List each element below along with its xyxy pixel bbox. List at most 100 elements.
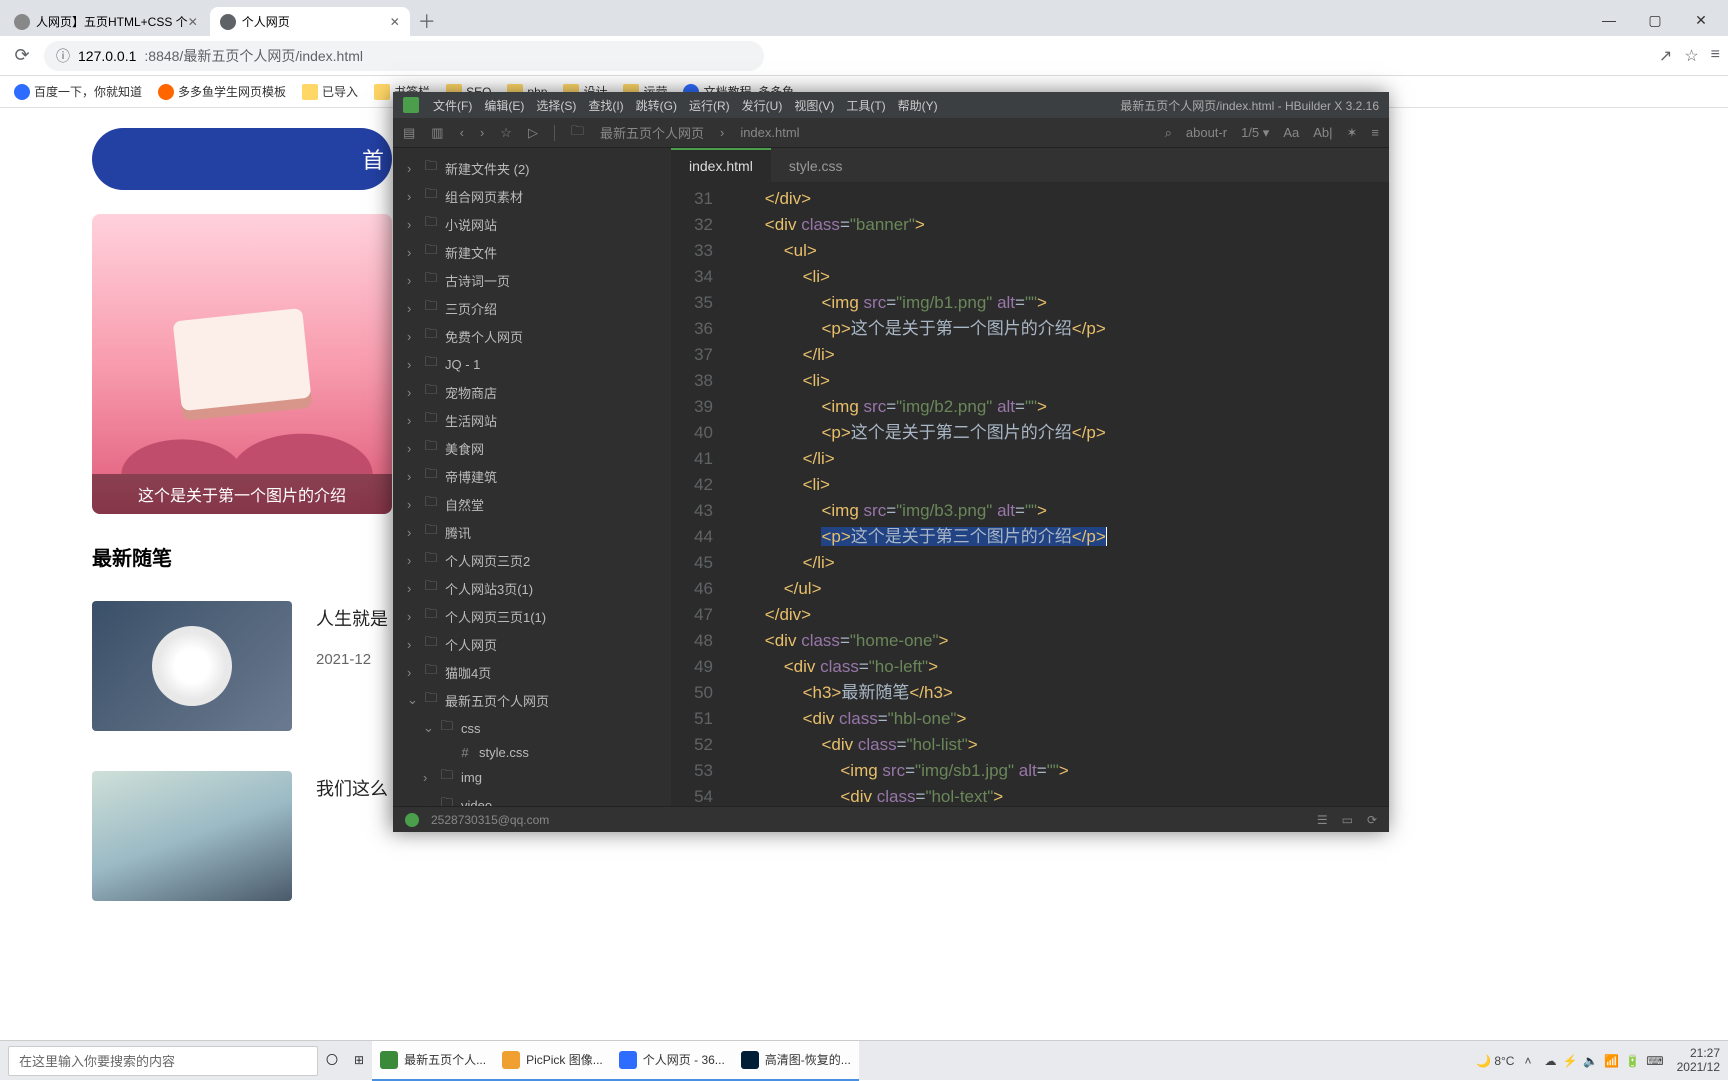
- tray-icon[interactable]: ☁: [1544, 1054, 1556, 1068]
- menu-item[interactable]: 运行(R): [689, 99, 730, 113]
- window-close-button[interactable]: ✕: [1678, 4, 1724, 36]
- browser-tab-strip: 人网页】五页HTML+CSS 个 ✕ 个人网页 ✕ ＋ — ▢ ✕: [0, 0, 1728, 36]
- tray-icon[interactable]: 🔋: [1625, 1054, 1640, 1068]
- chevron-icon: ›: [407, 637, 417, 652]
- tray-overflow-icon[interactable]: ˄: [1524, 1054, 1531, 1068]
- search-icon[interactable]: ⌕: [1165, 125, 1172, 141]
- new-tab-button[interactable]: ＋: [412, 6, 442, 36]
- explorer-item[interactable]: › 新建文件夹 (2): [393, 154, 671, 182]
- sync-icon[interactable]: [405, 813, 419, 827]
- explorer-item[interactable]: › 宠物商店: [393, 378, 671, 406]
- tab-close-icon[interactable]: ✕: [188, 15, 198, 29]
- menu-item[interactable]: 查找(I): [588, 99, 623, 113]
- explorer-item[interactable]: › 古诗词一页: [393, 266, 671, 294]
- toolbar-btn[interactable]: ▥: [431, 125, 443, 141]
- url-input[interactable]: ⓘ 127.0.0.1:8848/最新五页个人网页/index.html: [44, 41, 764, 71]
- tray-icon[interactable]: ⚡: [1562, 1054, 1577, 1068]
- menu-item[interactable]: 发行(U): [742, 99, 783, 113]
- menu-item[interactable]: 选择(S): [536, 99, 576, 113]
- bookmark-item[interactable]: 百度一下，你就知道: [8, 79, 148, 104]
- menu-item[interactable]: 视图(V): [794, 99, 834, 113]
- explorer-item[interactable]: ⌄ css: [393, 714, 671, 742]
- explorer-item[interactable]: › 个人网站3页(1): [393, 574, 671, 602]
- explorer-item[interactable]: › 个人网页三页1(1): [393, 602, 671, 630]
- weather-widget[interactable]: 🌙 8°C: [1476, 1054, 1514, 1068]
- browser-tab[interactable]: 人网页】五页HTML+CSS 个 ✕: [4, 7, 208, 36]
- bookmark-star-icon[interactable]: ☆: [1684, 46, 1698, 66]
- explorer-item[interactable]: › img: [393, 763, 671, 791]
- menu-item[interactable]: 帮助(Y): [898, 99, 938, 113]
- chevron-icon: ›: [407, 357, 417, 372]
- share-icon[interactable]: ↗: [1659, 46, 1672, 66]
- menu-item[interactable]: 编辑(E): [484, 99, 524, 113]
- explorer-item[interactable]: › 自然堂: [393, 490, 671, 518]
- explorer-item[interactable]: › 个人网页三页2: [393, 546, 671, 574]
- explorer-item[interactable]: › 腾讯: [393, 518, 671, 546]
- window-maximize-button[interactable]: ▢: [1632, 4, 1678, 36]
- case-toggle[interactable]: Aa: [1283, 125, 1299, 140]
- reload-button[interactable]: ⟳: [8, 42, 36, 70]
- explorer-item[interactable]: › 三页介绍: [393, 294, 671, 322]
- taskbar-app[interactable]: PicPick 图像...: [494, 1041, 611, 1081]
- star-icon[interactable]: ☆: [500, 125, 512, 141]
- explorer-item[interactable]: › 美食网: [393, 434, 671, 462]
- tab-close-icon[interactable]: ✕: [390, 15, 400, 29]
- site-nav[interactable]: 首: [92, 128, 392, 190]
- project-explorer[interactable]: › 新建文件夹 (2) › 组合网页素材 › 小说网站 › 新建文件 › 古诗词…: [393, 148, 671, 806]
- taskbar-app[interactable]: 高清图-恢复的...: [733, 1041, 859, 1081]
- code-content[interactable]: </div> <div class="banner"> <ul> <li> <i…: [727, 182, 1389, 806]
- explorer-item[interactable]: style.css: [393, 742, 671, 763]
- taskbar-search-input[interactable]: 在这里输入你要搜索的内容: [8, 1046, 318, 1076]
- status-icon[interactable]: ⟳: [1367, 813, 1377, 827]
- menu-item[interactable]: 文件(F): [433, 99, 472, 113]
- breadcrumb-item[interactable]: 最新五页个人网页: [600, 123, 704, 142]
- toolbar-btn[interactable]: ▤: [403, 125, 415, 141]
- hbuilder-window: 文件(F) 编辑(E) 选择(S) 查找(I) 跳转(G) 运行(R) 发行(U) 视图(V)…: [393, 92, 1389, 832]
- explorer-item[interactable]: › 生活网站: [393, 406, 671, 434]
- menu-item[interactable]: 跳转(G): [636, 99, 677, 113]
- folder-icon: [423, 297, 439, 319]
- explorer-item[interactable]: ⌄ video: [393, 791, 671, 806]
- run-button[interactable]: ▷: [528, 125, 538, 141]
- browser-tab-active[interactable]: 个人网页 ✕: [210, 7, 410, 36]
- tray-icon[interactable]: 🔈: [1583, 1054, 1598, 1068]
- nav-back-button[interactable]: ‹: [460, 125, 464, 140]
- code-editor[interactable]: 31 32 33 34 35 36 37 38 39 40 41 42 43 4…: [671, 182, 1389, 806]
- explorer-item[interactable]: › 猫咖4页: [393, 658, 671, 686]
- nav-item-home[interactable]: 首: [362, 143, 384, 175]
- explorer-item[interactable]: › JQ - 1: [393, 350, 671, 378]
- taskbar-app[interactable]: 最新五页个人...: [372, 1041, 494, 1081]
- explorer-item[interactable]: › 帝博建筑: [393, 462, 671, 490]
- taskbar-app[interactable]: 个人网页 - 36...: [611, 1041, 733, 1081]
- chevron-icon: ›: [407, 441, 417, 456]
- explorer-item[interactable]: ⌄ 最新五页个人网页: [393, 686, 671, 714]
- search-placeholder: 在这里输入你要搜索的内容: [19, 1051, 175, 1070]
- editor-tab[interactable]: index.html: [671, 148, 771, 182]
- search-text[interactable]: about-r: [1186, 125, 1227, 140]
- status-icon[interactable]: ☰: [1317, 813, 1328, 827]
- explorer-item[interactable]: › 免费个人网页: [393, 322, 671, 350]
- tray-icon[interactable]: 📶: [1604, 1054, 1619, 1068]
- more-icon[interactable]: ≡: [1371, 125, 1379, 140]
- explorer-item[interactable]: › 组合网页素材: [393, 182, 671, 210]
- tray-icon[interactable]: ⌨: [1646, 1054, 1663, 1068]
- nav-forward-button[interactable]: ›: [480, 125, 484, 140]
- browser-menu-icon[interactable]: ≡: [1711, 46, 1720, 66]
- explorer-item[interactable]: › 小说网站: [393, 210, 671, 238]
- clock[interactable]: 21:27 2021/12: [1677, 1047, 1720, 1073]
- explorer-item[interactable]: › 新建文件: [393, 238, 671, 266]
- site-info-icon[interactable]: ⓘ: [56, 46, 70, 66]
- editor-tab[interactable]: style.css: [771, 150, 861, 182]
- window-minimize-button[interactable]: —: [1586, 4, 1632, 36]
- task-view-button[interactable]: ⊞: [346, 1041, 372, 1081]
- breadcrumb-item[interactable]: index.html: [740, 125, 799, 140]
- cortana-button[interactable]: 〇: [318, 1041, 346, 1081]
- status-icon[interactable]: ▭: [1342, 813, 1353, 827]
- word-toggle[interactable]: Ab|: [1313, 125, 1332, 140]
- tab-favicon: [220, 14, 236, 30]
- menu-item[interactable]: 工具(T): [846, 99, 885, 113]
- regex-toggle[interactable]: ✶: [1347, 125, 1358, 141]
- bookmark-item[interactable]: 多多鱼学生网页模板: [152, 79, 292, 104]
- explorer-item[interactable]: › 个人网页: [393, 630, 671, 658]
- bookmark-item[interactable]: 已导入: [296, 79, 364, 104]
